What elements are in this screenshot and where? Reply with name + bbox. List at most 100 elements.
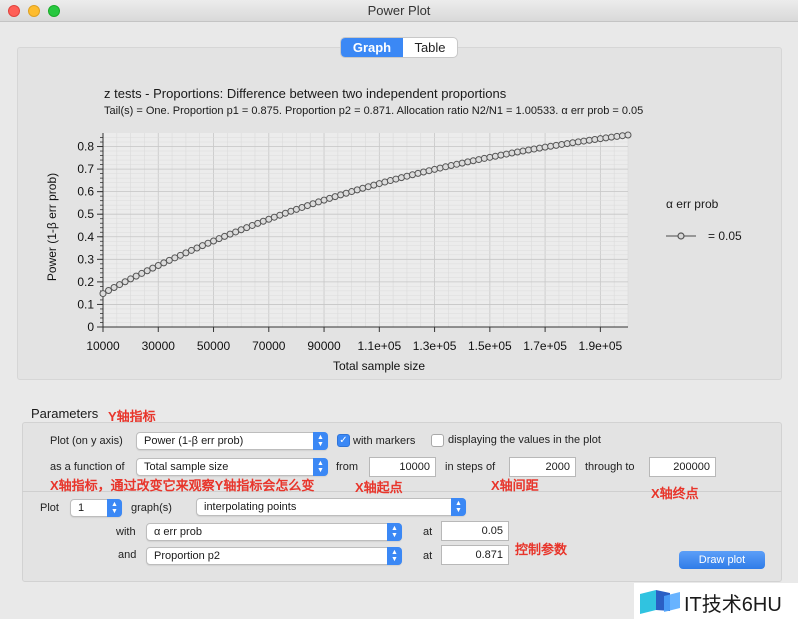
x-tick-label: 30000: [142, 339, 176, 353]
data-point: [105, 286, 113, 294]
data-point: [420, 168, 428, 176]
and-param-value-input[interactable]: 0.871: [441, 545, 509, 565]
legend-title: α err prob: [666, 197, 719, 211]
at-label-1: at: [423, 526, 433, 538]
from-input[interactable]: 10000: [369, 457, 436, 477]
function-of-label: as a function of: [50, 461, 125, 473]
data-point: [508, 149, 516, 157]
data-point: [436, 164, 444, 172]
x-tick-label: 1.7e+05: [523, 339, 567, 353]
data-point: [591, 135, 599, 143]
y-tick-label: 0: [87, 320, 94, 334]
data-point: [425, 167, 433, 175]
x-tick-label: 1.1e+05: [357, 339, 401, 353]
annotation-x-end: X轴终点: [651, 486, 699, 501]
y-tick-label: 0.2: [77, 275, 94, 289]
graph-mode-select[interactable]: interpolating points ▲ ▼: [196, 498, 466, 516]
y-tick-label: 0.7: [77, 162, 94, 176]
x-axis-select-value: Total sample size: [144, 461, 229, 473]
data-point: [519, 147, 527, 155]
legend-marker: [666, 232, 696, 240]
data-point: [525, 146, 533, 154]
x-tick-label: 1.9e+05: [579, 339, 623, 353]
parameters-heading: Parameters: [31, 406, 99, 421]
annotation-x-step: X轴间距: [491, 478, 539, 493]
and-param-value: Proportion p2: [154, 550, 221, 562]
data-point: [563, 140, 571, 148]
watermark-text: IT技术6HU: [684, 594, 782, 616]
y-tick-label: 0.3: [77, 252, 94, 266]
data-point: [469, 157, 477, 165]
data-point: [585, 136, 593, 144]
data-point: [596, 135, 604, 143]
legend-series-label: = 0.05: [708, 229, 742, 243]
x-axis-select[interactable]: Total sample size ▲ ▼: [136, 458, 328, 476]
y-tick-label: 0.8: [77, 140, 94, 154]
data-point: [408, 171, 416, 179]
annotation-x-metric: X轴指标，通过改变它来观察Y轴指标会怎么变: [50, 478, 315, 493]
data-point: [480, 154, 488, 162]
with-param-value: α err prob: [154, 526, 202, 538]
graphs-label: graph(s): [131, 502, 172, 514]
annotation-control-params: 控制参数: [515, 542, 568, 557]
x-axis-label: Total sample size: [333, 359, 425, 373]
plot-count-select[interactable]: 1 ▲ ▼: [70, 499, 122, 517]
data-point: [613, 132, 621, 140]
data-point: [464, 158, 472, 166]
x-tick-label: 1.3e+05: [413, 339, 457, 353]
x-tick-label: 90000: [307, 339, 341, 353]
chevron-updown-icon: ▲ ▼: [313, 432, 328, 450]
data-point: [574, 138, 582, 146]
data-point: [116, 281, 124, 289]
through-label: through to: [585, 461, 635, 473]
x-tick-label: 50000: [197, 339, 231, 353]
and-param-select[interactable]: Proportion p2 ▲ ▼: [146, 547, 402, 565]
y-axis-select[interactable]: Power (1-β err prob) ▲ ▼: [136, 432, 328, 450]
chevron-updown-icon: ▲ ▼: [107, 499, 122, 517]
with-param-value-input[interactable]: 0.05: [441, 521, 509, 541]
data-point: [607, 133, 615, 141]
watermark: IT技术6HU: [634, 583, 798, 619]
data-point: [497, 151, 505, 159]
data-point: [624, 131, 632, 139]
plot-y-axis-label: Plot (on y axis): [50, 435, 123, 447]
y-tick-label: 0.4: [77, 230, 94, 244]
at-label-2: at: [423, 550, 433, 562]
data-point: [414, 169, 422, 177]
display-values-checkbox[interactable]: [431, 434, 444, 447]
data-point: [99, 290, 107, 298]
chevron-updown-icon: ▲ ▼: [387, 523, 402, 541]
x-tick-label: 1.5e+05: [468, 339, 512, 353]
chevron-updown-icon: ▲ ▼: [387, 547, 402, 565]
data-point: [558, 140, 566, 148]
with-param-select[interactable]: α err prob ▲ ▼: [146, 523, 402, 541]
with-markers-label: with markers: [353, 435, 416, 447]
data-point: [458, 159, 466, 167]
x-tick-label: 70000: [252, 339, 286, 353]
data-point: [536, 144, 544, 152]
data-point: [110, 284, 118, 292]
y-tick-label: 0.1: [77, 297, 94, 311]
graph-mode-value: interpolating points: [204, 501, 297, 513]
with-markers-checkbox[interactable]: ✓: [337, 434, 350, 447]
data-point: [475, 156, 483, 164]
steps-input[interactable]: 2000: [509, 457, 576, 477]
data-point: [491, 152, 499, 160]
chevron-updown-icon: ▲ ▼: [451, 498, 466, 516]
y-tick-label: 0.5: [77, 207, 94, 221]
display-values-label: displaying the values in the plot: [448, 434, 601, 446]
data-point: [580, 137, 588, 145]
data-point: [547, 142, 555, 150]
data-point: [569, 139, 577, 147]
annotation-x-start: X轴起点: [355, 480, 403, 495]
with-label: with: [116, 526, 136, 538]
draw-plot-button[interactable]: Draw plot: [679, 551, 765, 569]
data-point: [431, 165, 439, 173]
plot-count-value: 1: [78, 502, 85, 514]
x-tick-label: 10000: [86, 339, 120, 353]
data-point: [486, 153, 494, 161]
and-label: and: [118, 549, 137, 561]
data-point: [530, 145, 538, 153]
through-input[interactable]: 200000: [649, 457, 716, 477]
data-point: [453, 160, 461, 168]
